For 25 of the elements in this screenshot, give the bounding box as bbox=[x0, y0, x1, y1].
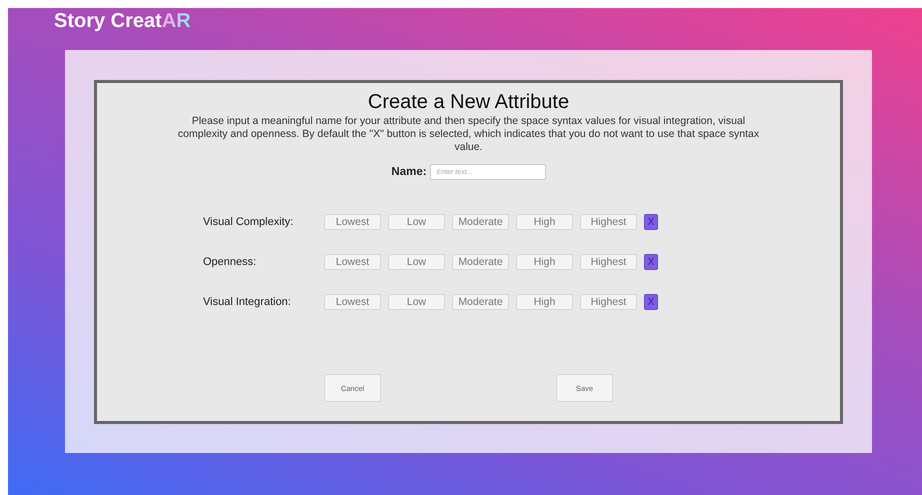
app-title: Story CreatAR bbox=[53, 9, 192, 34]
option-button[interactable]: X bbox=[644, 254, 658, 270]
name-label: Name: bbox=[391, 166, 427, 178]
option-button[interactable]: Highest bbox=[580, 214, 637, 230]
option-button[interactable]: Moderate bbox=[452, 214, 509, 230]
option-button[interactable]: Moderate bbox=[452, 294, 509, 310]
option-button[interactable]: Lowest bbox=[324, 214, 381, 230]
option-button[interactable]: X bbox=[644, 214, 658, 230]
option-button[interactable]: High bbox=[516, 254, 573, 270]
option-button[interactable]: Low bbox=[388, 294, 445, 310]
option-button[interactable]: High bbox=[516, 214, 573, 230]
option-button[interactable]: Lowest bbox=[324, 294, 381, 310]
option-button[interactable]: Low bbox=[388, 214, 445, 230]
attribute-label: Visual Integration: bbox=[203, 296, 292, 308]
option-button[interactable]: Low bbox=[388, 254, 445, 270]
attribute-label: Visual Complexity: bbox=[203, 216, 294, 228]
option-button[interactable]: Moderate bbox=[452, 254, 509, 270]
option-button[interactable]: Lowest bbox=[324, 254, 381, 270]
option-button[interactable]: High bbox=[516, 294, 573, 310]
dialog-description: Please input a meaningful name for your attribute and then specify the space syntax values for visual integration, visual complexity and openness. By default the "X" button is selected, which indicates that you do not want to use that space syntax value. bbox=[176, 115, 760, 154]
option-button[interactable]: X bbox=[644, 294, 658, 310]
dialog-title: Create a New Attribute bbox=[368, 91, 570, 114]
option-button[interactable]: Highest bbox=[580, 294, 637, 310]
option-button[interactable]: Highest bbox=[580, 254, 637, 270]
attribute-label: Openness: bbox=[203, 256, 258, 268]
